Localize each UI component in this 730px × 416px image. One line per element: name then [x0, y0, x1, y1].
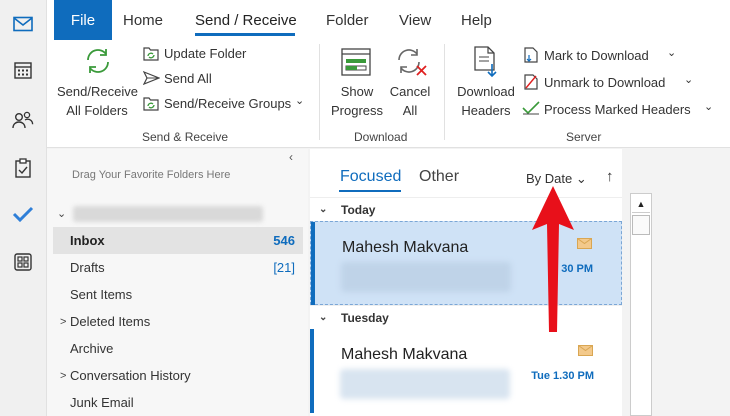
group-label-download: Download: [354, 130, 408, 144]
focused-tab-indicator: [339, 190, 401, 192]
folder-unread-count: 546: [273, 233, 295, 248]
tab-other[interactable]: Other: [419, 168, 459, 186]
group-collapse-chevron-icon: ⌄: [319, 204, 328, 215]
show-progress-label-1: Show: [340, 84, 374, 99]
message-time: Tue 1.30 PM: [531, 370, 594, 382]
folder-name: Deleted Items: [70, 314, 151, 329]
tasks-clipboard-icon[interactable]: [9, 154, 37, 182]
sort-direction-arrow-icon[interactable]: ↑: [606, 168, 614, 185]
chevron-down-icon: ⌄: [295, 95, 305, 107]
people-icon[interactable]: [9, 106, 37, 134]
chevron-down-icon: ⌄: [684, 74, 694, 86]
tab-focused[interactable]: Focused: [340, 168, 401, 186]
folder-archive[interactable]: Archive: [53, 335, 303, 362]
process-check-icon: [522, 101, 540, 115]
progress-window-icon: [341, 48, 371, 76]
folder-group-sync-icon: [143, 97, 159, 111]
message-list-scrollbar[interactable]: ▲: [630, 193, 652, 416]
message-sender: Mahesh Makvana: [342, 239, 469, 256]
message-preview-blurred: [340, 369, 510, 399]
mark-download-icon: [524, 47, 538, 63]
update-folder-label: Update Folder: [164, 46, 247, 61]
folder-junk-email[interactable]: Junk Email: [53, 389, 303, 416]
tab-send-receive[interactable]: Send / Receive: [195, 12, 297, 29]
sort-by-date-dropdown[interactable]: By Date ⌄: [526, 171, 587, 187]
folder-pane: ‹ Drag Your Favorite Folders Here ⌄ Inbo…: [47, 149, 308, 416]
scroll-up-arrow-icon[interactable]: ▲: [632, 195, 650, 213]
unread-indicator: [311, 222, 315, 306]
ribbon-tab-bar: File Home Send / Receive Folder View Hel…: [47, 0, 730, 40]
tab-help[interactable]: Help: [461, 12, 492, 29]
group-collapse-chevron-icon: ⌄: [319, 312, 328, 323]
chevron-down-icon: ⌄: [704, 101, 714, 113]
collapse-pane-icon[interactable]: ‹: [289, 150, 293, 164]
group-label-server: Server: [566, 130, 602, 144]
folder-inbox[interactable]: Inbox 546: [53, 227, 303, 254]
account-chevron-icon[interactable]: ⌄: [57, 207, 66, 220]
group-label-send-receive: Send & Receive: [142, 130, 229, 144]
tab-view[interactable]: View: [399, 12, 431, 29]
message-sender: Mahesh Makvana: [341, 346, 468, 363]
folder-sent-items[interactable]: Sent Items: [53, 281, 303, 308]
sort-label: By Date: [526, 171, 573, 186]
scroll-thumb[interactable]: [632, 215, 650, 235]
folder-unread-count: [21]: [273, 260, 295, 275]
send-icon: [143, 71, 160, 85]
group-label: Today: [341, 202, 376, 217]
apps-icon[interactable]: [9, 248, 37, 276]
outlook-window: File Home Send / Receive Folder View Hel…: [0, 0, 730, 416]
folder-name: Archive: [70, 341, 114, 356]
folder-deleted-items[interactable]: > Deleted Items: [53, 308, 303, 335]
unmark-download-icon: [524, 74, 538, 90]
download-headers-label-2: Headers: [461, 103, 511, 118]
tab-home[interactable]: Home: [123, 12, 163, 29]
folder-drafts[interactable]: Drafts [21]: [53, 254, 303, 281]
todo-check-icon[interactable]: [9, 200, 37, 228]
calendar-icon[interactable]: [9, 56, 37, 84]
expand-chevron-icon[interactable]: >: [60, 370, 66, 382]
download-headers-icon: [474, 46, 497, 78]
tab-file[interactable]: File: [54, 0, 112, 40]
annotation-arrow-icon: [532, 186, 574, 332]
send-all-label: Send All: [164, 71, 212, 86]
download-headers-label-1: Download: [457, 84, 515, 99]
folder-name: Sent Items: [70, 287, 133, 302]
unread-indicator: [310, 329, 314, 413]
envelope-icon[interactable]: [577, 238, 592, 249]
folder-name: Junk Email: [70, 395, 134, 410]
envelope-icon[interactable]: [578, 345, 593, 356]
message-item[interactable]: Mahesh Makvana Tue 1.30 PM: [310, 329, 622, 413]
unmark-to-download-label: Unmark to Download: [544, 75, 666, 90]
mail-icon[interactable]: [9, 10, 37, 38]
chevron-down-icon: ⌄: [575, 171, 587, 186]
account-name-blurred[interactable]: [73, 206, 263, 222]
mark-to-download-label: Mark to Download: [544, 48, 649, 63]
group-label: Tuesday: [341, 310, 389, 325]
cancel-all-label-1: Cancel: [389, 84, 431, 99]
message-preview-blurred: [341, 262, 511, 292]
ribbon-separator: [319, 44, 320, 140]
favorites-hint: Drag Your Favorite Folders Here: [72, 169, 231, 181]
folder-name: Drafts: [70, 260, 105, 275]
reading-pane-edge: [656, 149, 730, 416]
cancel-all-label-2: All: [402, 103, 418, 118]
folder-sync-icon: [143, 47, 159, 61]
ribbon: Send/Receive All Folders Update Folder S…: [47, 40, 730, 148]
app-bar: [0, 0, 47, 416]
folder-conversation-history[interactable]: > Conversation History: [53, 362, 303, 389]
tab-folder[interactable]: Folder: [326, 12, 369, 29]
active-tab-indicator: [195, 33, 295, 36]
sync-arrows-icon: [87, 49, 109, 73]
cancel-sync-icon: [398, 49, 427, 76]
folder-name: Conversation History: [70, 368, 191, 383]
ribbon-separator: [444, 44, 445, 140]
process-marked-headers-label: Process Marked Headers: [544, 102, 691, 117]
chevron-down-icon: ⌄: [667, 47, 677, 59]
folder-name: Inbox: [70, 233, 105, 248]
show-progress-label-2: Progress: [330, 103, 384, 118]
send-receive-groups-label: Send/Receive Groups: [164, 96, 292, 111]
expand-chevron-icon[interactable]: >: [60, 316, 66, 328]
send-receive-all-label-1: Send/Receive: [57, 84, 138, 99]
send-receive-all-label-2: All Folders: [66, 103, 128, 118]
